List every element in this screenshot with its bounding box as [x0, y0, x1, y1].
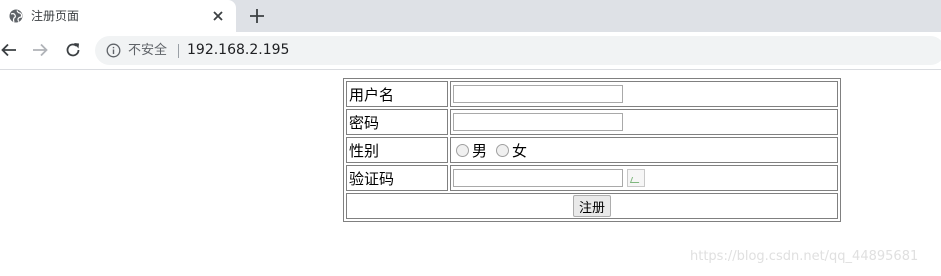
register-button[interactable]: 注册 [572, 195, 611, 217]
address-separator [178, 44, 179, 58]
gender-male-radio[interactable] [456, 143, 469, 157]
forward-arrow-icon[interactable] [31, 41, 49, 59]
captcha-label: 验证码 [346, 165, 448, 191]
info-icon[interactable] [106, 43, 121, 58]
password-field-cell [450, 109, 838, 135]
tab-bar: 注册页面 [0, 0, 941, 32]
gender-field-cell: 男女 [450, 137, 838, 163]
captcha-row: 验证码 [346, 165, 838, 191]
captcha-field-cell [450, 165, 838, 191]
password-label: 密码 [346, 109, 448, 135]
tab-title: 注册页面 [31, 9, 80, 23]
username-input[interactable] [453, 85, 623, 104]
password-row: 密码 [346, 109, 838, 135]
back-arrow-icon[interactable] [0, 41, 18, 59]
registration-form-table: 用户名 密码 性别 男女 验证码 注册 [343, 78, 841, 222]
url-text[interactable]: 192.168.2.195 [187, 41, 289, 59]
security-status[interactable]: 不安全 [128, 42, 167, 59]
plus-icon[interactable] [248, 7, 266, 25]
reload-icon[interactable] [64, 41, 82, 59]
username-label: 用户名 [346, 81, 448, 107]
browser-toolbar: 不安全 192.168.2.195 [0, 32, 941, 70]
gender-male-label[interactable]: 男 [472, 142, 487, 160]
submit-row: 注册 [346, 193, 838, 219]
password-input[interactable] [453, 113, 623, 132]
username-row: 用户名 [346, 81, 838, 107]
gender-female-radio[interactable] [496, 143, 510, 157]
gender-row: 性别 男女 [346, 137, 838, 163]
username-field-cell [450, 81, 838, 107]
globe-icon [9, 9, 23, 23]
submit-cell: 注册 [346, 193, 838, 219]
address-bar[interactable]: 不安全 192.168.2.195 [95, 36, 941, 65]
gender-label: 性别 [346, 137, 448, 163]
close-icon[interactable] [210, 8, 226, 24]
captcha-input[interactable] [453, 169, 623, 188]
watermark: https://blog.csdn.net/qq_44895681 [690, 249, 919, 264]
browser-tab[interactable]: 注册页面 [0, 0, 236, 32]
broken-image-icon[interactable] [627, 169, 645, 188]
gender-female-label[interactable]: 女 [512, 142, 527, 160]
